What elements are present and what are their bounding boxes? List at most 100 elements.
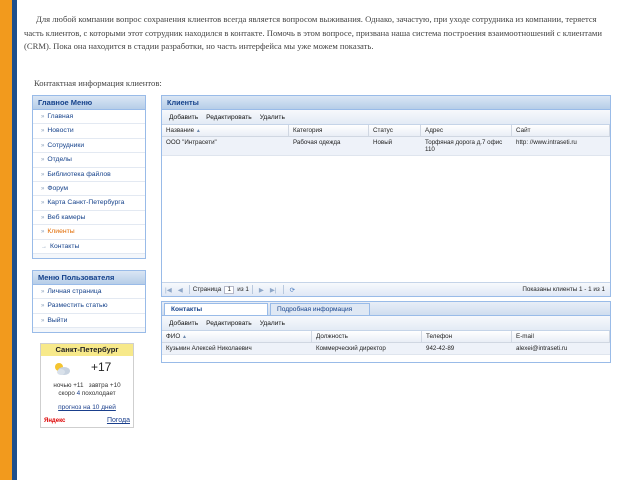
bullet-icon: » [41, 171, 45, 178]
cell-category: Рабочая одежда [293, 139, 341, 146]
cell-status: Новый [373, 139, 393, 146]
menu-item-label: Форум [47, 184, 68, 192]
bullet-icon: » [41, 128, 45, 135]
column-header-address[interactable]: Адрес [421, 125, 512, 136]
bullet-icon: » [41, 200, 45, 207]
column-header-phone[interactable]: Телефон [422, 331, 512, 342]
menu-item-label: Главная [47, 113, 74, 120]
bullet-icon: » [41, 157, 45, 164]
pager-separator [282, 285, 284, 294]
tab-details[interactable]: Подробная информация [270, 303, 370, 315]
menu-item-forum[interactable]: » Форум [33, 181, 145, 197]
prev-page-icon[interactable]: ◀ [175, 286, 186, 294]
delete-client-button[interactable]: Удалить [256, 110, 289, 125]
add-contact-button[interactable]: Добавить [165, 316, 202, 331]
pager-separator [251, 285, 253, 294]
weather-city[interactable]: Санкт-Петербург [41, 344, 133, 356]
cell-fio: Кузьмин Алексей Николаевич [166, 345, 252, 352]
weather-widget: Санкт-Петербург +17 ночью +11 завтра +10… [40, 343, 134, 428]
cell-email: alexei@intraseti.ru [516, 345, 568, 352]
edit-contact-button[interactable]: Редактировать [202, 316, 256, 331]
weather-soon: скоро 4 похолодает [41, 390, 133, 397]
weather-soon-suffix: похолодает [81, 390, 116, 397]
clients-panel-title: Клиенты [162, 96, 610, 110]
first-page-icon[interactable]: |◀ [162, 286, 175, 294]
clients-panel: Клиенты Добавить Редактировать Удалить Н… [161, 95, 611, 297]
weather-tomorrow: завтра +10 [88, 382, 121, 389]
left-blue-stripe [12, 0, 17, 480]
contacts-toolbar: Добавить Редактировать Удалить [162, 316, 610, 331]
clients-pager: |◀ ◀ Страница 1 из 1 ▶ ▶| ⟳ Показаны кли… [162, 282, 610, 296]
menu-item-news[interactable]: » Новости [33, 124, 145, 139]
delete-contact-button[interactable]: Удалить [256, 316, 289, 331]
contacts-caption: Контактная информация клиентов: [34, 78, 162, 88]
menu-item-departments[interactable]: » Отделы [33, 153, 145, 168]
clients-grid-header: Название ▲ Категория Статус Адрес Сайт [162, 125, 610, 137]
cell-position: Коммерческий директор [316, 345, 386, 352]
table-row[interactable]: ООО "Интрасети" Рабочая одежда Новый Тор… [162, 137, 610, 156]
pogoda-link[interactable]: Погода [107, 417, 130, 424]
main-menu-title: Главное Меню [33, 96, 145, 110]
bullet-icon: » [41, 142, 45, 149]
column-header-fio[interactable]: ФИО ▲ [162, 331, 312, 342]
menu-item-label: Новости [47, 127, 74, 135]
user-menu-title: Меню Пользователя [33, 271, 145, 285]
weather-temperature: +17 [91, 360, 112, 374]
contacts-panel: Контакты Подробная информация Добавить Р… [161, 301, 611, 363]
cell-site: http: //www.intraseti.ru [516, 139, 577, 146]
page-number-input[interactable]: 1 [224, 285, 235, 294]
menu-item-post-article[interactable]: » Разместить статью [33, 299, 145, 314]
menu-item-label: Личная страница [47, 288, 102, 295]
menu-item-logout[interactable]: » Выйти [33, 313, 145, 329]
partly-cloudy-icon [55, 363, 70, 375]
intro-text: Для любой компании вопрос сохранения кли… [24, 14, 602, 51]
last-page-icon[interactable]: ▶| [267, 286, 280, 294]
pager-separator [188, 285, 190, 294]
bullet-icon: » [41, 229, 45, 236]
main-menu: Главное Меню » Главная » Новости » Сотрудни… [32, 95, 146, 259]
column-header-status[interactable]: Статус [369, 125, 421, 136]
contacts-grid-header: ФИО ▲ Должность Телефон E-mail [162, 331, 610, 343]
menu-item-contacts[interactable]: → Контакты [33, 239, 145, 254]
menu-item-label: Выйти [47, 316, 68, 324]
column-header-email[interactable]: E-mail [512, 331, 610, 342]
weather-soon-prefix: скоро [58, 390, 75, 397]
menu-item-clients[interactable]: » Клиенты [33, 225, 145, 240]
clients-toolbar: Добавить Редактировать Удалить [162, 110, 610, 125]
next-page-icon[interactable]: ▶ [256, 286, 267, 294]
cell-name: ООО "Интрасети" [166, 139, 217, 146]
refresh-icon[interactable]: ⟳ [287, 286, 298, 294]
menu-item-label: Разместить статью [47, 302, 108, 310]
pager-info: Показаны клиенты 1 - 1 из 1 [522, 286, 605, 293]
menu-item-home[interactable]: » Главная [33, 110, 145, 125]
yandex-logo[interactable]: Яндекс [44, 418, 65, 424]
bullet-icon: » [41, 185, 45, 192]
menu-item-employees[interactable]: » Сотрудники [33, 138, 145, 154]
menu-item-label: Клиенты [47, 228, 75, 236]
column-header-position[interactable]: Должность [312, 331, 422, 342]
add-client-button[interactable]: Добавить [165, 110, 202, 125]
edit-client-button[interactable]: Редактировать [202, 110, 256, 125]
column-header-site[interactable]: Сайт [512, 125, 610, 136]
bullet-icon: » [41, 303, 45, 310]
table-row[interactable]: Кузьмин Алексей Николаевич Коммерческий … [162, 343, 610, 355]
user-menu: Меню Пользователя » Личная страница » Разм… [32, 270, 146, 333]
cell-address: Торфяная дорога д.7 офис 110 [425, 139, 503, 153]
contacts-tabs: Контакты Подробная информация [162, 302, 610, 316]
weather-night: ночью +11 [53, 382, 84, 389]
page-of-label: из 1 [237, 286, 249, 293]
forecast-10-days-link[interactable]: прогноз на 10 дней [41, 404, 133, 411]
bullet-icon: » [41, 317, 45, 324]
column-header-name[interactable]: Название ▲ [162, 125, 289, 136]
menu-item-file-library[interactable]: » Библиотека файлов [33, 167, 145, 182]
menu-item-map[interactable]: » Карта Санкт-Петербурга [33, 196, 145, 211]
sort-asc-icon: ▲ [195, 128, 201, 134]
menu-item-personal-page[interactable]: » Личная страница [33, 285, 145, 300]
column-header-category[interactable]: Категория [289, 125, 369, 136]
left-orange-stripe [0, 0, 12, 480]
tab-contacts[interactable]: Контакты [164, 303, 268, 315]
menu-item-label: Веб камеры [47, 213, 86, 221]
menu-item-webcams[interactable]: » Веб камеры [33, 210, 145, 226]
weather-night-tomorrow: ночью +11 завтра +10 [41, 382, 133, 389]
cell-phone: 942-42-89 [426, 345, 455, 352]
